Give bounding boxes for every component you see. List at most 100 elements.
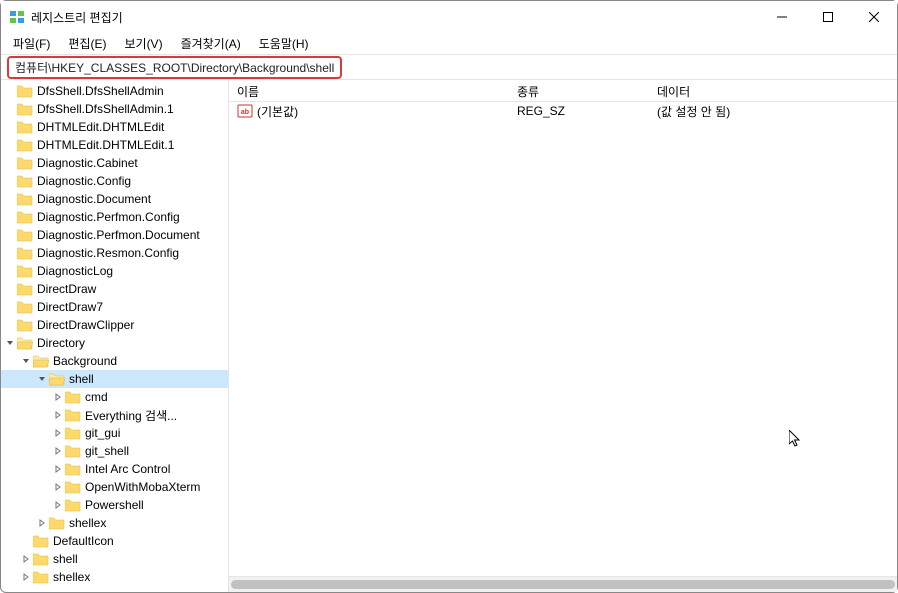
tree-item[interactable]: Directory [1,334,228,352]
svg-text:ab: ab [241,109,249,116]
tree-item[interactable]: Diagnostic.Config [1,172,228,190]
tree-item[interactable]: DirectDraw7 [1,298,228,316]
tree-item[interactable]: DfsShell.DfsShellAdmin.1 [1,100,228,118]
value-data: (값 설정 안 됨) [649,103,897,120]
tree-item[interactable]: shell [1,370,228,388]
tree-item[interactable]: DHTMLEdit.DHTMLEdit [1,118,228,136]
tree-item-label: DHTMLEdit.DHTMLEdit.1 [37,138,174,152]
folder-icon [17,282,33,296]
tree-item-label: git_shell [85,444,129,458]
chevron-down-icon[interactable] [19,357,33,365]
folder-icon [17,102,33,116]
chevron-down-icon[interactable] [3,339,17,347]
string-value-icon: ab [237,103,253,119]
menu-file[interactable]: 파일(F) [5,33,58,54]
tree-item[interactable]: Background [1,352,228,370]
tree-item[interactable]: git_gui [1,424,228,442]
folder-icon [17,120,33,134]
tree-item-label: DirectDraw7 [37,300,103,314]
chevron-right-icon[interactable] [35,519,49,527]
addressbar: 컴퓨터\HKEY_CLASSES_ROOT\Directory\Backgrou… [1,55,897,79]
column-header-name[interactable]: 이름 [229,80,509,101]
tree-item[interactable]: Diagnostic.Resmon.Config [1,244,228,262]
folder-icon [17,300,33,314]
tree-item[interactable]: DfsShell.DfsShellAdmin [1,82,228,100]
tree-item-label: Diagnostic.Perfmon.Config [37,210,180,224]
tree-item[interactable]: shellex [1,568,228,586]
tree-item[interactable]: DirectDraw [1,280,228,298]
folder-icon [65,444,81,458]
chevron-right-icon[interactable] [51,447,65,455]
column-header-data[interactable]: 데이터 [649,80,897,101]
tree-item[interactable]: Diagnostic.Document [1,190,228,208]
menu-edit[interactable]: 편집(E) [60,33,114,54]
tree-item[interactable]: DHTMLEdit.DHTMLEdit.1 [1,136,228,154]
chevron-right-icon[interactable] [19,555,33,563]
tree-item-label: Intel Arc Control [85,462,170,476]
chevron-right-icon[interactable] [51,429,65,437]
tree-item[interactable]: Intel Arc Control [1,460,228,478]
list-pane[interactable]: 이름 종류 데이터 ab(기본값)REG_SZ(값 설정 안 됨) [229,80,897,592]
tree-item-label: Diagnostic.Perfmon.Document [37,228,200,242]
menu-favorites[interactable]: 즐겨찾기(A) [173,33,249,54]
chevron-right-icon[interactable] [51,483,65,491]
folder-icon [65,390,81,404]
tree-item[interactable]: OpenWithMobaXterm [1,478,228,496]
menu-view[interactable]: 보기(V) [116,33,170,54]
folder-icon [17,264,33,278]
tree-item-label: shell [53,552,78,566]
menu-help[interactable]: 도움말(H) [251,33,317,54]
folder-icon [17,210,33,224]
folder-icon [17,138,33,152]
chevron-right-icon[interactable] [19,573,33,581]
regedit-icon [9,9,25,25]
tree-item[interactable]: cmd [1,388,228,406]
tree-item-label: Diagnostic.Resmon.Config [37,246,179,260]
tree-item-label: shellex [53,570,90,584]
folder-icon [49,516,65,530]
tree-item[interactable]: shellex [1,514,228,532]
tree-item[interactable]: DiagnosticLog [1,262,228,280]
menubar: 파일(F) 편집(E) 보기(V) 즐겨찾기(A) 도움말(H) [1,33,897,55]
folder-icon [17,156,33,170]
window-title: 레지스트리 편집기 [31,9,759,26]
column-header-type[interactable]: 종류 [509,80,649,101]
chevron-right-icon[interactable] [51,411,65,419]
tree-item[interactable]: Diagnostic.Perfmon.Document [1,226,228,244]
list-row[interactable]: ab(기본값)REG_SZ(값 설정 안 됨) [229,102,897,120]
tree-item[interactable]: Powershell [1,496,228,514]
tree-item[interactable]: DirectDrawClipper [1,316,228,334]
tree-item[interactable]: DefaultIcon [1,532,228,550]
tree-item[interactable]: Diagnostic.Cabinet [1,154,228,172]
window-controls [759,1,897,33]
address-path[interactable]: 컴퓨터\HKEY_CLASSES_ROOT\Directory\Backgrou… [7,56,342,79]
tree-item-label: DfsShell.DfsShellAdmin.1 [37,102,174,116]
list-body: ab(기본값)REG_SZ(값 설정 안 됨) [229,102,897,576]
tree-item[interactable]: git_shell [1,442,228,460]
tree-item[interactable]: Diagnostic.Perfmon.Config [1,208,228,226]
tree-item-label: cmd [85,390,108,404]
folder-icon [33,354,49,368]
folder-icon [17,336,33,350]
chevron-right-icon[interactable] [51,465,65,473]
close-button[interactable] [851,1,897,33]
tree-item-label: Diagnostic.Cabinet [37,156,138,170]
chevron-down-icon[interactable] [35,375,49,383]
minimize-button[interactable] [759,1,805,33]
horizontal-scrollbar[interactable] [229,576,897,592]
tree-item[interactable]: Everything 검색... [1,406,228,424]
tree-item-label: Directory [37,336,85,350]
folder-icon [17,84,33,98]
tree-item-label: DfsShell.DfsShellAdmin [37,84,164,98]
tree-item[interactable]: shell [1,550,228,568]
tree-item-label: Everything 검색... [85,407,177,424]
tree-item-label: git_gui [85,426,120,440]
tree-pane[interactable]: DfsShell.DfsShellAdmin DfsShell.DfsShellA… [1,80,229,592]
tree-item-label: DiagnosticLog [37,264,113,278]
chevron-right-icon[interactable] [51,501,65,509]
folder-icon [33,534,49,548]
folder-icon [33,552,49,566]
chevron-right-icon[interactable] [51,393,65,401]
folder-icon [17,228,33,242]
maximize-button[interactable] [805,1,851,33]
